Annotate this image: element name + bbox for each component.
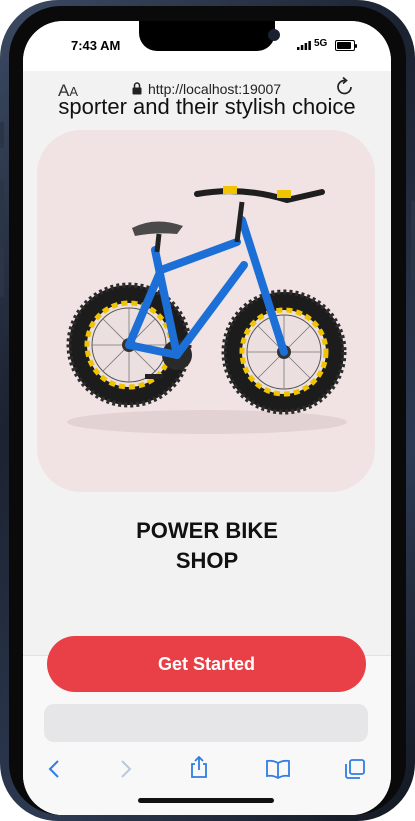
product-image-card — [37, 130, 375, 492]
signal-bars-icon — [297, 41, 311, 50]
tagline: sporter and their stylish choice — [58, 94, 356, 119]
phone-frame: 7:43 AM 5G sporter and their stylish cho… — [0, 0, 415, 821]
status-time: 7:43 AM — [71, 38, 121, 53]
front-camera — [268, 29, 280, 41]
url-text[interactable]: http://localhost:19007 — [148, 81, 281, 97]
battery-icon — [335, 40, 357, 51]
lock-icon — [132, 82, 142, 95]
volume-down-button — [0, 245, 4, 297]
share-icon[interactable] — [189, 755, 209, 779]
shop-title-line-2: SHOP — [175, 548, 239, 573]
power-button — [411, 200, 415, 280]
status-bar: 7:43 AM 5G — [23, 21, 391, 71]
reload-icon[interactable] — [336, 76, 354, 96]
get-started-button[interactable]: Get Started — [47, 636, 366, 692]
phone-screen: 7:43 AM 5G sporter and their stylish cho… — [23, 21, 391, 815]
address-bar[interactable] — [44, 704, 368, 742]
bike-image — [66, 186, 347, 434]
chevron-right-icon[interactable] — [119, 759, 133, 779]
network-type: 5G — [314, 38, 328, 49]
font-size-button[interactable]: AA — [58, 81, 78, 101]
tabs-icon[interactable] — [344, 758, 366, 780]
silent-switch — [0, 122, 4, 148]
shop-title: POWER BIKE SHOP — [23, 516, 391, 576]
chevron-left-icon[interactable] — [47, 759, 61, 779]
book-icon[interactable] — [265, 759, 291, 779]
shop-title-line-1: POWER BIKE — [136, 518, 278, 543]
main-content: sporter and their stylish choice POWER B… — [23, 71, 391, 655]
notch — [139, 21, 280, 51]
home-indicator — [138, 798, 274, 803]
volume-up-button — [0, 180, 4, 232]
